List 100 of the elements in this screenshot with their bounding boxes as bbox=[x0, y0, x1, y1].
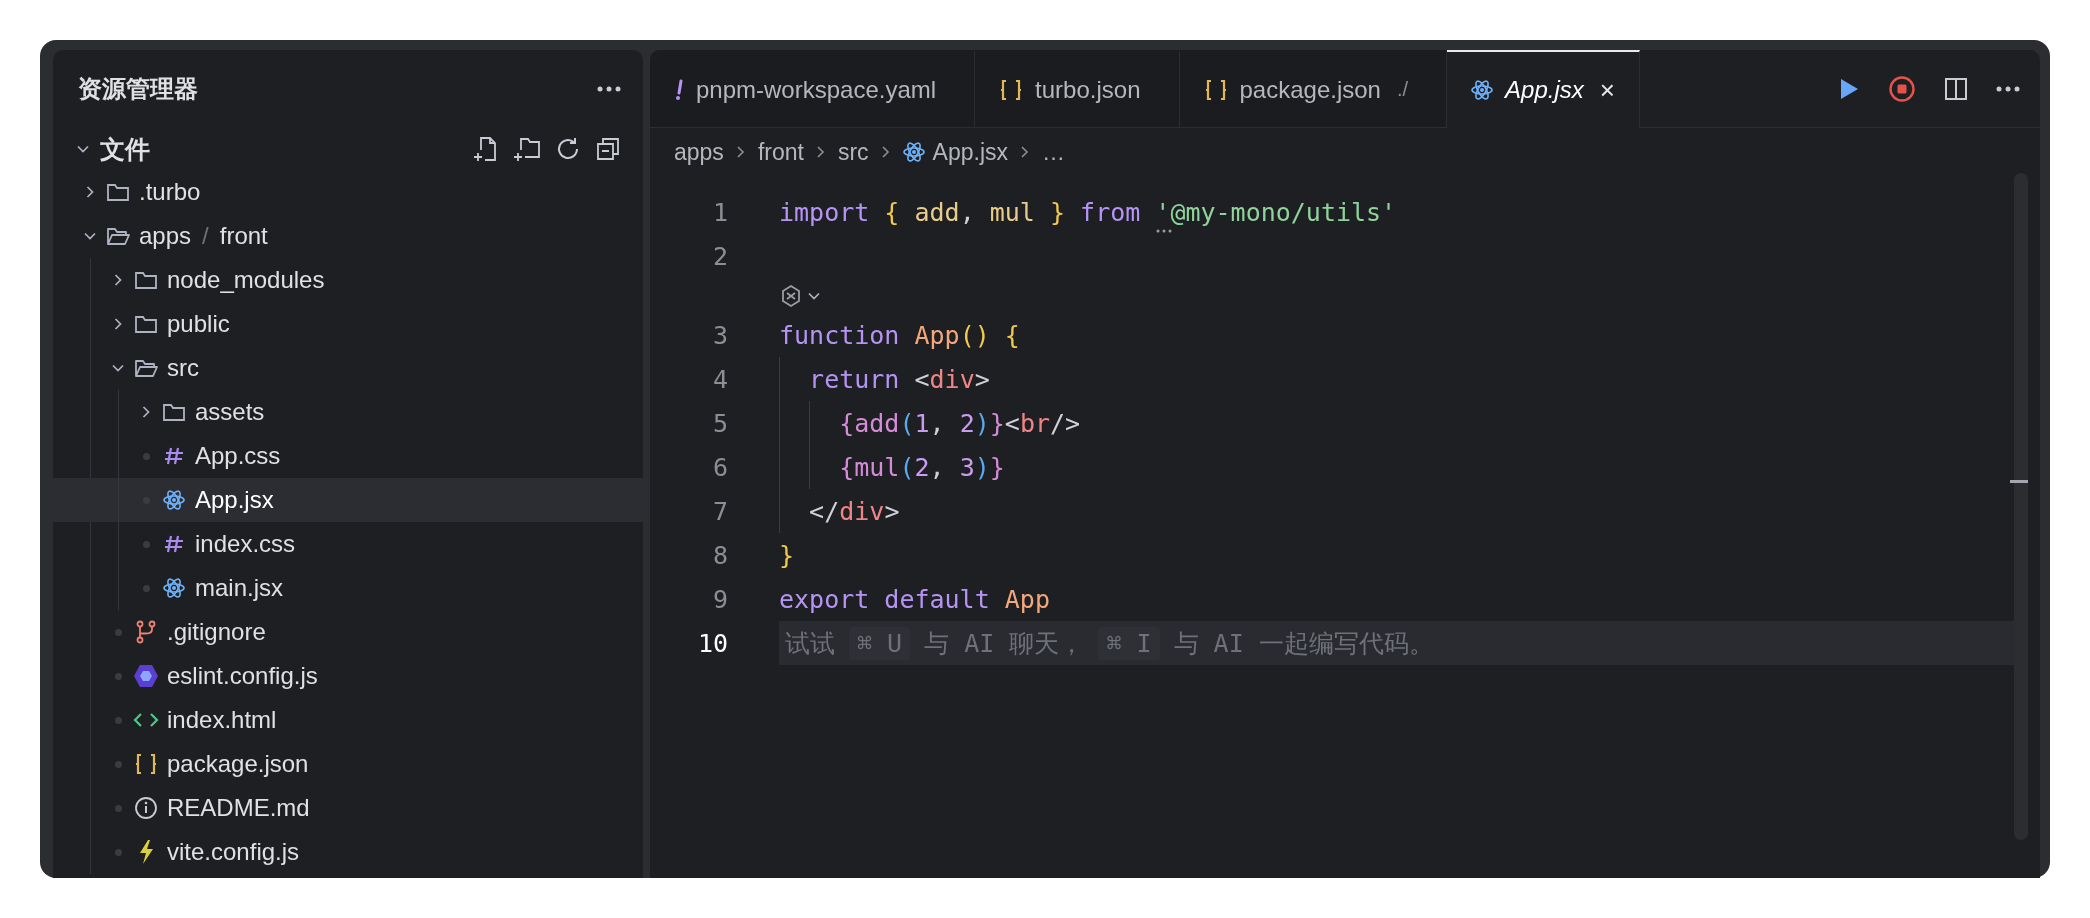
code-token: 3 bbox=[959, 452, 975, 482]
line-number: 2 bbox=[711, 241, 728, 271]
file-name: main.jsx bbox=[195, 574, 284, 602]
line-number: 10 bbox=[696, 628, 728, 658]
refresh-icon[interactable] bbox=[555, 136, 581, 162]
breadcrumb[interactable]: App.jsx bbox=[932, 138, 1008, 166]
stop-icon[interactable] bbox=[1888, 74, 1916, 103]
atom-icon bbox=[1471, 79, 1494, 101]
close-button[interactable]: × bbox=[1599, 74, 1615, 106]
tree-item[interactable]: README.md bbox=[53, 786, 643, 830]
code-token: App bbox=[914, 320, 960, 350]
code-token: </ bbox=[808, 496, 840, 526]
shortcut-key: ⌘ I bbox=[1098, 626, 1160, 660]
code-token: div bbox=[929, 364, 975, 394]
code-token: { bbox=[884, 197, 900, 227]
shortcut-key: ⌘ U bbox=[849, 626, 911, 660]
file-name: .gitignore bbox=[167, 618, 266, 646]
scrollbar[interactable] bbox=[2014, 173, 2028, 840]
file-name: index.html bbox=[167, 706, 277, 734]
code-token: ( bbox=[899, 452, 915, 482]
file-name: README.md bbox=[167, 794, 310, 822]
tree-item[interactable]: package.json bbox=[53, 742, 643, 786]
tree-item[interactable]: node_modules bbox=[53, 258, 643, 302]
ai-sparkle-icon[interactable] bbox=[779, 283, 803, 308]
code-token: return bbox=[808, 364, 900, 394]
code-token: < bbox=[1004, 408, 1020, 438]
new-folder-icon[interactable] bbox=[513, 136, 541, 162]
info-icon bbox=[134, 796, 158, 820]
code-token: > bbox=[974, 364, 990, 394]
code-token: add bbox=[913, 197, 960, 227]
folder-name: front bbox=[219, 222, 268, 250]
dot-icon bbox=[114, 628, 122, 636]
code-token: } bbox=[1049, 197, 1066, 227]
more-icon[interactable] bbox=[1996, 85, 2020, 92]
chevron-icon bbox=[815, 145, 826, 159]
folder-icon bbox=[134, 270, 158, 290]
file-name: App.jsx bbox=[195, 486, 274, 514]
braces-icon bbox=[1203, 78, 1228, 101]
tab-label: pnpm-workspace.yaml bbox=[696, 75, 937, 104]
split-editor-icon[interactable] bbox=[1944, 76, 1968, 101]
braces-icon bbox=[999, 78, 1024, 101]
tree-item[interactable]: index.css bbox=[53, 522, 643, 566]
run-icon[interactable] bbox=[1838, 76, 1860, 101]
code-token: function bbox=[779, 320, 901, 350]
folder-icon bbox=[134, 314, 158, 334]
hint-text: 与 AI 聊天， bbox=[924, 627, 1085, 660]
code-token: , bbox=[929, 452, 946, 482]
dot-icon bbox=[142, 452, 150, 460]
braces-icon bbox=[134, 753, 158, 775]
code-token: ( bbox=[899, 408, 915, 438]
tree-item[interactable]: vite.config.js bbox=[53, 830, 643, 874]
chevron-icon bbox=[880, 145, 891, 159]
dot-icon bbox=[114, 848, 122, 856]
tree-item[interactable]: App.css bbox=[53, 434, 643, 478]
code-token: } bbox=[989, 408, 1005, 438]
breadcrumb[interactable]: … bbox=[1042, 138, 1065, 166]
code-token: {mul bbox=[838, 452, 900, 482]
line-number: 1 bbox=[711, 197, 728, 227]
new-file-icon[interactable] bbox=[473, 136, 499, 162]
folder-name: apps bbox=[139, 222, 192, 250]
code-token: ) bbox=[974, 408, 990, 438]
tree-item[interactable]: .gitignore bbox=[53, 610, 643, 654]
breadcrumb[interactable]: src bbox=[837, 138, 869, 166]
section-title[interactable]: 文件 bbox=[100, 132, 463, 166]
atom-icon bbox=[163, 577, 185, 599]
hint-text: 与 AI 一起编写代码。 bbox=[1173, 627, 1434, 660]
breadcrumb[interactable]: apps bbox=[674, 138, 724, 166]
code-token: {add bbox=[838, 408, 900, 438]
line-number: 8 bbox=[711, 540, 728, 570]
folder-open-icon bbox=[106, 226, 130, 246]
code-token: br bbox=[1019, 408, 1050, 438]
breadcrumb[interactable]: front bbox=[757, 138, 804, 166]
tree-item[interactable]: apps / front bbox=[53, 214, 643, 258]
code-token: import bbox=[779, 197, 871, 227]
tree-item[interactable]: main.jsx bbox=[53, 566, 643, 610]
line-number: 6 bbox=[711, 452, 728, 482]
more-icon[interactable] bbox=[597, 86, 621, 92]
folder-icon bbox=[162, 402, 186, 422]
atom-icon bbox=[902, 141, 925, 163]
tab-label: App.jsx bbox=[1505, 76, 1584, 104]
file-name: vite.config.js bbox=[167, 838, 300, 866]
dot-icon bbox=[142, 584, 150, 592]
code-token: 2 bbox=[959, 408, 975, 438]
tree-item[interactable]: src bbox=[53, 346, 643, 390]
code-token: > bbox=[884, 496, 900, 526]
collapse-all-icon[interactable] bbox=[595, 136, 621, 162]
folder-name: node_modules bbox=[167, 266, 325, 294]
tree-item[interactable]: public bbox=[53, 302, 643, 346]
editor-tab[interactable]: App.jsx × bbox=[1447, 50, 1640, 128]
code-token: from bbox=[1079, 197, 1142, 227]
dot-icon bbox=[142, 540, 150, 548]
folder-name: public bbox=[167, 310, 230, 338]
tree-item[interactable]: index.html bbox=[53, 698, 643, 742]
tree-item[interactable]: App.jsx bbox=[53, 478, 643, 522]
tree-item[interactable]: assets bbox=[53, 390, 643, 434]
editor-tab[interactable]: pnpm-workspace.yaml bbox=[650, 50, 976, 127]
panel-title: 资源管理器 bbox=[78, 74, 198, 104]
tree-item[interactable]: eslint.config.js bbox=[53, 654, 643, 698]
hexagon-icon bbox=[133, 664, 159, 688]
tree-item[interactable]: .turbo bbox=[53, 170, 643, 214]
